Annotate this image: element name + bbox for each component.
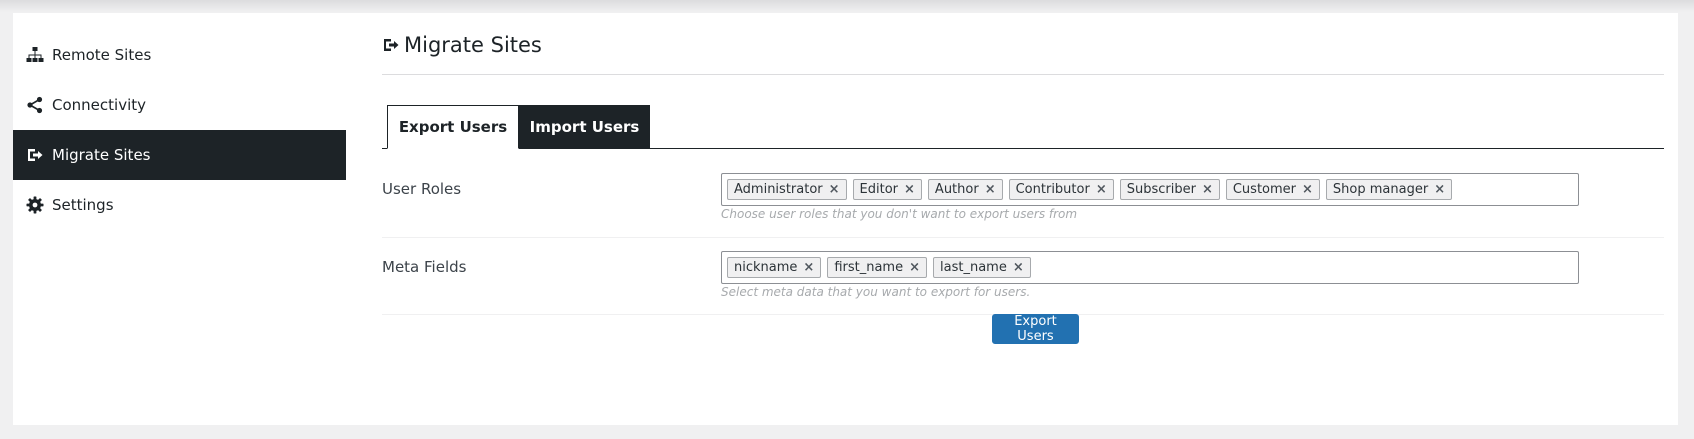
top-shade xyxy=(0,0,1694,12)
remove-tag-icon[interactable]: × xyxy=(1013,260,1024,275)
tag-editor: Editor × xyxy=(852,179,922,200)
remove-tag-icon[interactable]: × xyxy=(829,182,840,197)
tag-last-name: last_name × xyxy=(933,257,1031,278)
remove-tag-icon[interactable]: × xyxy=(904,182,915,197)
migrate-icon xyxy=(26,146,44,164)
remove-tag-icon[interactable]: × xyxy=(1302,182,1313,197)
sidebar-item-connectivity[interactable]: Connectivity xyxy=(13,80,346,130)
sidebar-item-label: Migrate Sites xyxy=(52,146,151,164)
tag-first-name: first_name × xyxy=(827,257,927,278)
sidebar-item-migrate-sites[interactable]: Migrate Sites xyxy=(13,130,346,180)
sidebar-item-settings[interactable]: Settings xyxy=(13,180,346,230)
user-roles-label: User Roles xyxy=(382,180,462,198)
meta-fields-label: Meta Fields xyxy=(382,258,467,276)
sidebar-item-label: Connectivity xyxy=(52,96,146,114)
sidebar-item-label: Remote Sites xyxy=(52,46,152,64)
meta-fields-hint: Select meta data that you want to export… xyxy=(721,285,1031,299)
tag-customer: Customer × xyxy=(1225,179,1320,200)
remove-tag-icon[interactable]: × xyxy=(1202,182,1213,197)
row-divider xyxy=(382,237,1664,238)
migrate-icon xyxy=(382,36,400,54)
title-divider xyxy=(382,74,1664,75)
export-users-button[interactable]: Export Users xyxy=(992,314,1079,344)
user-roles-hint: Choose user roles that you don't want to… xyxy=(721,207,1078,221)
remove-tag-icon[interactable]: × xyxy=(803,260,814,275)
user-roles-select[interactable]: Administrator × Editor × Author × Contribut… xyxy=(721,173,1579,206)
remove-tag-icon[interactable]: × xyxy=(1434,182,1445,197)
share-icon xyxy=(26,96,44,114)
tag-subscriber: Subscriber × xyxy=(1119,179,1220,200)
tag-contributor: Contributor × xyxy=(1008,179,1114,200)
tag-administrator: Administrator × xyxy=(727,179,847,200)
gear-icon xyxy=(26,196,44,214)
remove-tag-icon[interactable]: × xyxy=(909,260,920,275)
tag-shop-manager: Shop manager × xyxy=(1325,179,1453,200)
sidebar-item-remote-sites[interactable]: Remote Sites xyxy=(13,30,346,80)
page-title: Migrate Sites xyxy=(382,33,542,57)
tab-bar: Export Users Import Users xyxy=(382,105,1664,149)
remove-tag-icon[interactable]: × xyxy=(985,182,996,197)
page-title-text: Migrate Sites xyxy=(404,33,542,57)
sidebar: Remote Sites Connectivity Migrate Sites … xyxy=(13,30,346,230)
meta-fields-select[interactable]: nickname × first_name × last_name × xyxy=(721,251,1579,284)
sidebar-item-label: Settings xyxy=(52,196,114,214)
remove-tag-icon[interactable]: × xyxy=(1096,182,1107,197)
tag-author: Author × xyxy=(927,179,1003,200)
sitemap-icon xyxy=(26,46,44,64)
tab-export-users[interactable]: Export Users xyxy=(387,105,519,149)
tag-nickname: nickname × xyxy=(727,257,822,278)
content-panel: Remote Sites Connectivity Migrate Sites … xyxy=(13,13,1678,425)
tab-import-users[interactable]: Import Users xyxy=(519,105,650,148)
